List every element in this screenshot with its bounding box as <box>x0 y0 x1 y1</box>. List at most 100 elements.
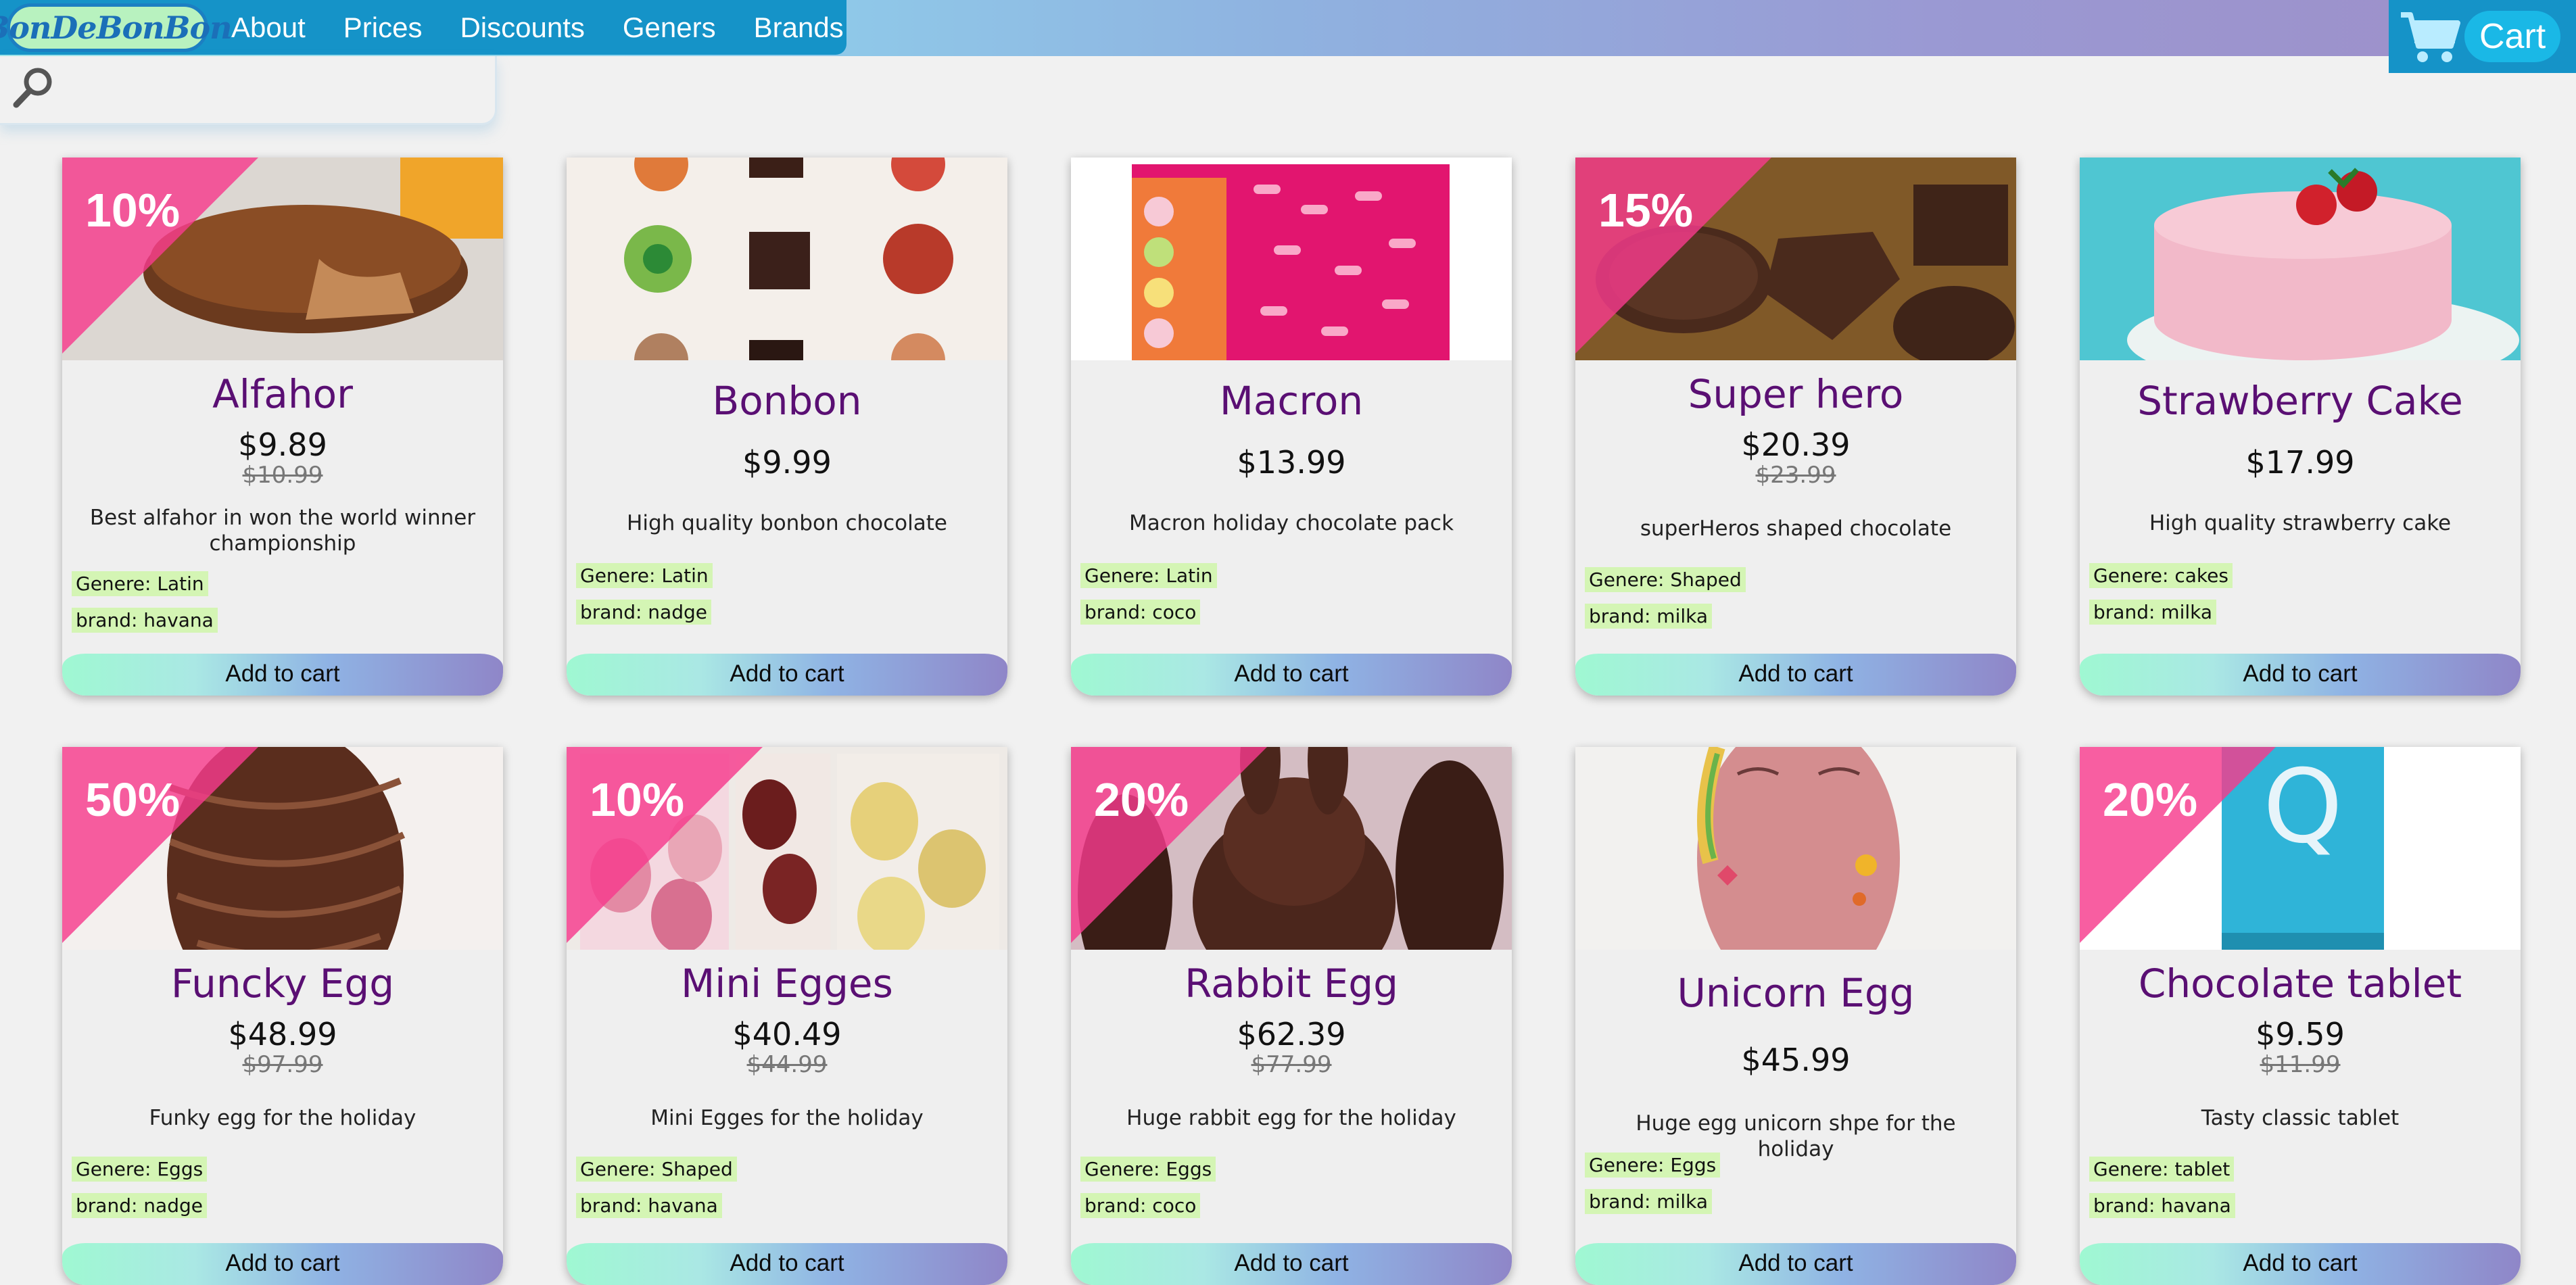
bonbons-image <box>567 157 1007 360</box>
genre-tag: Genere: Eggs <box>72 1157 208 1182</box>
product-name[interactable]: Super hero <box>1575 371 2016 417</box>
brand-tag: brand: milka <box>1585 1189 1713 1214</box>
product-image[interactable] <box>1071 157 1512 360</box>
add-to-cart-button[interactable]: Add to cart <box>567 1243 1007 1285</box>
product-card-9: Unicorn Egg $45.99 Huge egg unicorn shpe… <box>1575 747 2016 1285</box>
brand-tag: brand: milka <box>2089 600 2217 625</box>
product-old-price: $10.99 <box>242 462 323 489</box>
cart-button[interactable]: Cart <box>2389 0 2576 73</box>
product-image[interactable] <box>567 157 1007 360</box>
product-old-price: $23.99 <box>1755 462 1836 489</box>
product-name[interactable]: Strawberry Cake <box>2080 378 2521 424</box>
add-to-cart-button[interactable]: Add to cart <box>1575 654 2016 696</box>
nav-discounts[interactable]: Discounts <box>460 11 584 44</box>
product-card-4: 15% Super hero $20.39 $23.99 superHeros … <box>1575 157 2016 696</box>
product-description: Tasty classic tablet <box>2201 1106 2400 1130</box>
nav-brands[interactable]: Brands <box>754 11 844 44</box>
nav-prices[interactable]: Prices <box>343 11 423 44</box>
site-logo[interactable]: BonDeBonBon <box>0 3 233 52</box>
genre-tag: Genere: Latin <box>1080 563 1217 588</box>
product-name[interactable]: Chocolate tablet <box>2080 961 2521 1007</box>
product-name[interactable]: Bonbon <box>567 378 1007 424</box>
genre-tag: Genere: Eggs <box>1080 1157 1216 1182</box>
brand-tag: brand: havana <box>576 1193 722 1218</box>
product-name[interactable]: Macron <box>1071 378 1512 424</box>
discount-label: 10% <box>85 184 181 237</box>
brand-tag: brand: havana <box>72 608 218 633</box>
add-to-cart-button[interactable]: Add to cart <box>62 654 503 696</box>
discount-label: 20% <box>1094 773 1189 826</box>
product-price: $9.89 <box>238 427 327 463</box>
discount-label: 10% <box>590 773 685 826</box>
product-description: Huge rabbit egg for the holiday <box>1126 1106 1456 1130</box>
genre-tag: Genere: tablet <box>2089 1157 2235 1182</box>
discount-label: 20% <box>2103 773 2198 826</box>
discount-label: 15% <box>1598 184 1694 237</box>
product-name[interactable]: Rabbit Egg <box>1071 961 1512 1007</box>
brand-tag: brand: coco <box>1080 600 1201 625</box>
product-image[interactable] <box>2080 157 2521 360</box>
product-price: $13.99 <box>1237 444 1346 481</box>
product-name[interactable]: Funcky Egg <box>62 961 503 1007</box>
genre-tag: Genere: Latin <box>72 571 208 596</box>
genre-tag: Genere: cakes <box>2089 563 2233 588</box>
macaron-box-image <box>1071 157 1512 360</box>
product-price: $9.59 <box>2256 1016 2345 1052</box>
product-card-10: Q 20% Chocolate tablet $9.59 $11.99 Tast… <box>2080 747 2521 1285</box>
genre-tag: Genere: Eggs <box>1585 1153 1721 1178</box>
brand-tag: brand: milka <box>1585 604 1713 629</box>
product-card-6: 50% Funcky Egg $48.99 $97.99 Funky egg f… <box>62 747 503 1285</box>
nav-links: About Prices Discounts Geners Brands <box>231 0 844 55</box>
cart-label: Cart <box>2464 11 2561 62</box>
product-name[interactable]: Mini Egges <box>567 961 1007 1007</box>
product-description: High quality bonbon chocolate <box>627 511 947 535</box>
product-image[interactable] <box>1575 747 2016 950</box>
product-price: $20.39 <box>1741 427 1851 463</box>
product-price: $62.39 <box>1237 1016 1346 1052</box>
product-old-price: $44.99 <box>746 1051 828 1078</box>
unicorn-egg-image <box>1575 747 2016 950</box>
product-description: Best alfahor in won the world winner cha… <box>89 506 476 556</box>
genre-tag: Genere: Latin <box>576 563 713 588</box>
add-to-cart-button[interactable]: Add to cart <box>2080 1243 2521 1285</box>
search-bar <box>0 56 497 125</box>
nav-about[interactable]: About <box>231 11 306 44</box>
product-description: Funky egg for the holiday <box>149 1106 416 1130</box>
add-to-cart-button[interactable]: Add to cart <box>62 1243 503 1285</box>
product-card-2: Bonbon $9.99 High quality bonbon chocola… <box>567 157 1007 696</box>
product-price: $17.99 <box>2245 444 2355 481</box>
product-card-3: Macron $13.99 Macron holiday chocolate p… <box>1071 157 1512 696</box>
add-to-cart-button[interactable]: Add to cart <box>567 654 1007 696</box>
product-name[interactable]: Unicorn Egg <box>1575 970 2016 1016</box>
brand-tag: brand: nadge <box>576 600 711 625</box>
product-price: $40.49 <box>732 1016 842 1052</box>
product-old-price: $97.99 <box>242 1051 323 1078</box>
product-card-8: 20% Rabbit Egg $62.39 $77.99 Huge rabbit… <box>1071 747 1512 1285</box>
brand-tag: brand: coco <box>1080 1193 1201 1218</box>
strawberry-cake-image <box>2080 157 2521 360</box>
product-price: $9.99 <box>742 444 832 481</box>
product-description: High quality strawberry cake <box>2149 511 2452 535</box>
brand-tag: brand: havana <box>2089 1193 2235 1218</box>
product-price: $45.99 <box>1741 1042 1851 1078</box>
add-to-cart-button[interactable]: Add to cart <box>2080 654 2521 696</box>
product-card-7: 10% Mini Egges $40.49 $44.99 Mini Egges … <box>567 747 1007 1285</box>
product-card-1: 10% Alfahor $9.89 $10.99 Best alfahor in… <box>62 157 503 696</box>
add-to-cart-button[interactable]: Add to cart <box>1575 1243 2016 1285</box>
add-to-cart-button[interactable]: Add to cart <box>1071 654 1512 696</box>
brand-tag: brand: nadge <box>72 1193 207 1218</box>
add-to-cart-button[interactable]: Add to cart <box>1071 1243 1512 1285</box>
product-description: Macron holiday chocolate pack <box>1128 511 1454 535</box>
product-price: $48.99 <box>228 1016 337 1052</box>
genre-tag: Genere: Shaped <box>576 1157 737 1182</box>
product-old-price: $77.99 <box>1251 1051 1332 1078</box>
genre-tag: Genere: Shaped <box>1585 567 1746 592</box>
search-input[interactable] <box>68 63 473 117</box>
product-name[interactable]: Alfahor <box>62 371 503 417</box>
main-nav: BonDeBonBon About Prices Discounts Gener… <box>0 0 846 55</box>
nav-geners[interactable]: Geners <box>623 11 716 44</box>
search-icon[interactable] <box>9 64 57 112</box>
product-card-5: Strawberry Cake $17.99 High quality stra… <box>2080 157 2521 696</box>
cart-icon <box>2401 12 2460 62</box>
product-description: Mini Egges for the holiday <box>650 1106 924 1130</box>
